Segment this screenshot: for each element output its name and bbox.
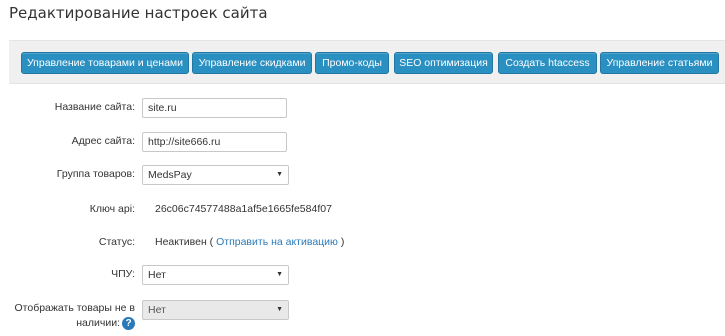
chevron-down-icon: ▼ (276, 271, 283, 278)
page-title: Редактирование настроек сайта (9, 4, 268, 22)
status-label: Статус: (98, 236, 135, 248)
status-value: Неактивен ( Отправить на активацию ) (155, 236, 344, 248)
product-group-label: Группа товаров: (56, 168, 135, 180)
chpu-label: ЧПУ: (111, 268, 135, 280)
product-group-select[interactable]: MedsPay ▼ (142, 165, 289, 185)
site-name-input[interactable]: site.ru (142, 98, 287, 118)
status-suffix: ) (337, 236, 345, 248)
api-key-value: 26c06c74577488a1af5e1665fe584f07 (155, 203, 332, 215)
site-address-label: Адрес сайта: (71, 135, 135, 147)
show-unavailable-label: Отображать товары не в наличии:? (14, 302, 135, 330)
create-htaccess-button[interactable]: Создать htaccess (498, 52, 597, 74)
show-unavailable-value: Нет (148, 304, 166, 316)
send-activation-link[interactable]: Отправить на активацию (216, 236, 338, 248)
chevron-down-icon: ▼ (276, 306, 283, 313)
manage-discounts-button[interactable]: Управление скидками (192, 52, 312, 74)
chpu-select[interactable]: Нет ▼ (142, 265, 289, 285)
site-name-label: Название сайта: (54, 101, 135, 113)
api-key-label: Ключ api: (89, 203, 135, 215)
product-group-value: MedsPay (148, 169, 192, 181)
manage-products-button[interactable]: Управление товарами и ценами (21, 52, 189, 74)
promo-codes-button[interactable]: Промо-коды (315, 52, 389, 74)
help-icon[interactable]: ? (122, 316, 135, 330)
manage-articles-button[interactable]: Управление статьями (600, 52, 719, 74)
chevron-down-icon: ▼ (276, 171, 283, 178)
seo-optimization-button[interactable]: SEO оптимизация (394, 52, 493, 74)
status-text: Неактивен ( (155, 236, 214, 248)
toolbar: Управление товарами и ценами Управление … (9, 40, 725, 84)
chpu-value: Нет (148, 269, 166, 281)
show-unavailable-select: Нет ▼ (142, 300, 289, 320)
site-address-input[interactable]: http://site666.ru (142, 132, 287, 152)
